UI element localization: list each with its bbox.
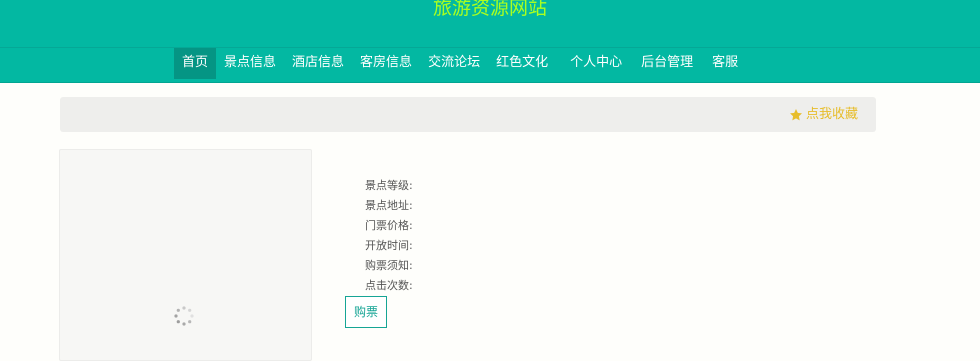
open-time-label: 开放时间:: [365, 239, 413, 252]
collect-button[interactable]: 点我收藏: [789, 97, 858, 132]
price-label: 门票价格:: [365, 219, 413, 232]
collect-label: 点我收藏: [805, 106, 858, 122]
site-header: 旅游资源网站 首页 景点信息 酒店信息 客房信息 交流论坛 红色文化 个人中心 …: [0, 0, 980, 83]
nav-item-personal-center[interactable]: 个人中心: [559, 48, 630, 79]
nav-item-forum[interactable]: 交流论坛: [420, 48, 488, 79]
star-icon: [790, 108, 802, 120]
address-label: 景点地址:: [365, 199, 413, 212]
collect-bar: 点我收藏: [60, 97, 876, 132]
nav-item-attractions[interactable]: 景点信息: [216, 48, 284, 79]
clicks-label: 点击次数:: [365, 279, 413, 292]
main-nav: 首页 景点信息 酒店信息 客房信息 交流论坛 红色文化 个人中心 后台管理 客服: [174, 48, 746, 79]
notice-label: 购票须知:: [365, 259, 413, 272]
nav-item-home[interactable]: 首页: [174, 48, 217, 79]
buy-ticket-button[interactable]: 购票: [345, 296, 387, 328]
level-label: 景点等级:: [365, 179, 413, 192]
attraction-image: [59, 149, 312, 361]
attraction-details: 景点等级: 景点地址: 门票价格: 开放时间: 购票须知: 点击次数:: [365, 176, 413, 296]
site-title: 旅游资源网站: [432, 0, 547, 19]
spinner-icon: [174, 306, 194, 326]
nav-item-red-culture[interactable]: 红色文化: [488, 48, 559, 79]
nav-item-hotels[interactable]: 酒店信息: [284, 48, 352, 79]
nav-item-rooms[interactable]: 客房信息: [352, 48, 420, 79]
nav-item-customer-service[interactable]: 客服: [701, 48, 746, 79]
nav-item-admin[interactable]: 后台管理: [630, 48, 701, 79]
